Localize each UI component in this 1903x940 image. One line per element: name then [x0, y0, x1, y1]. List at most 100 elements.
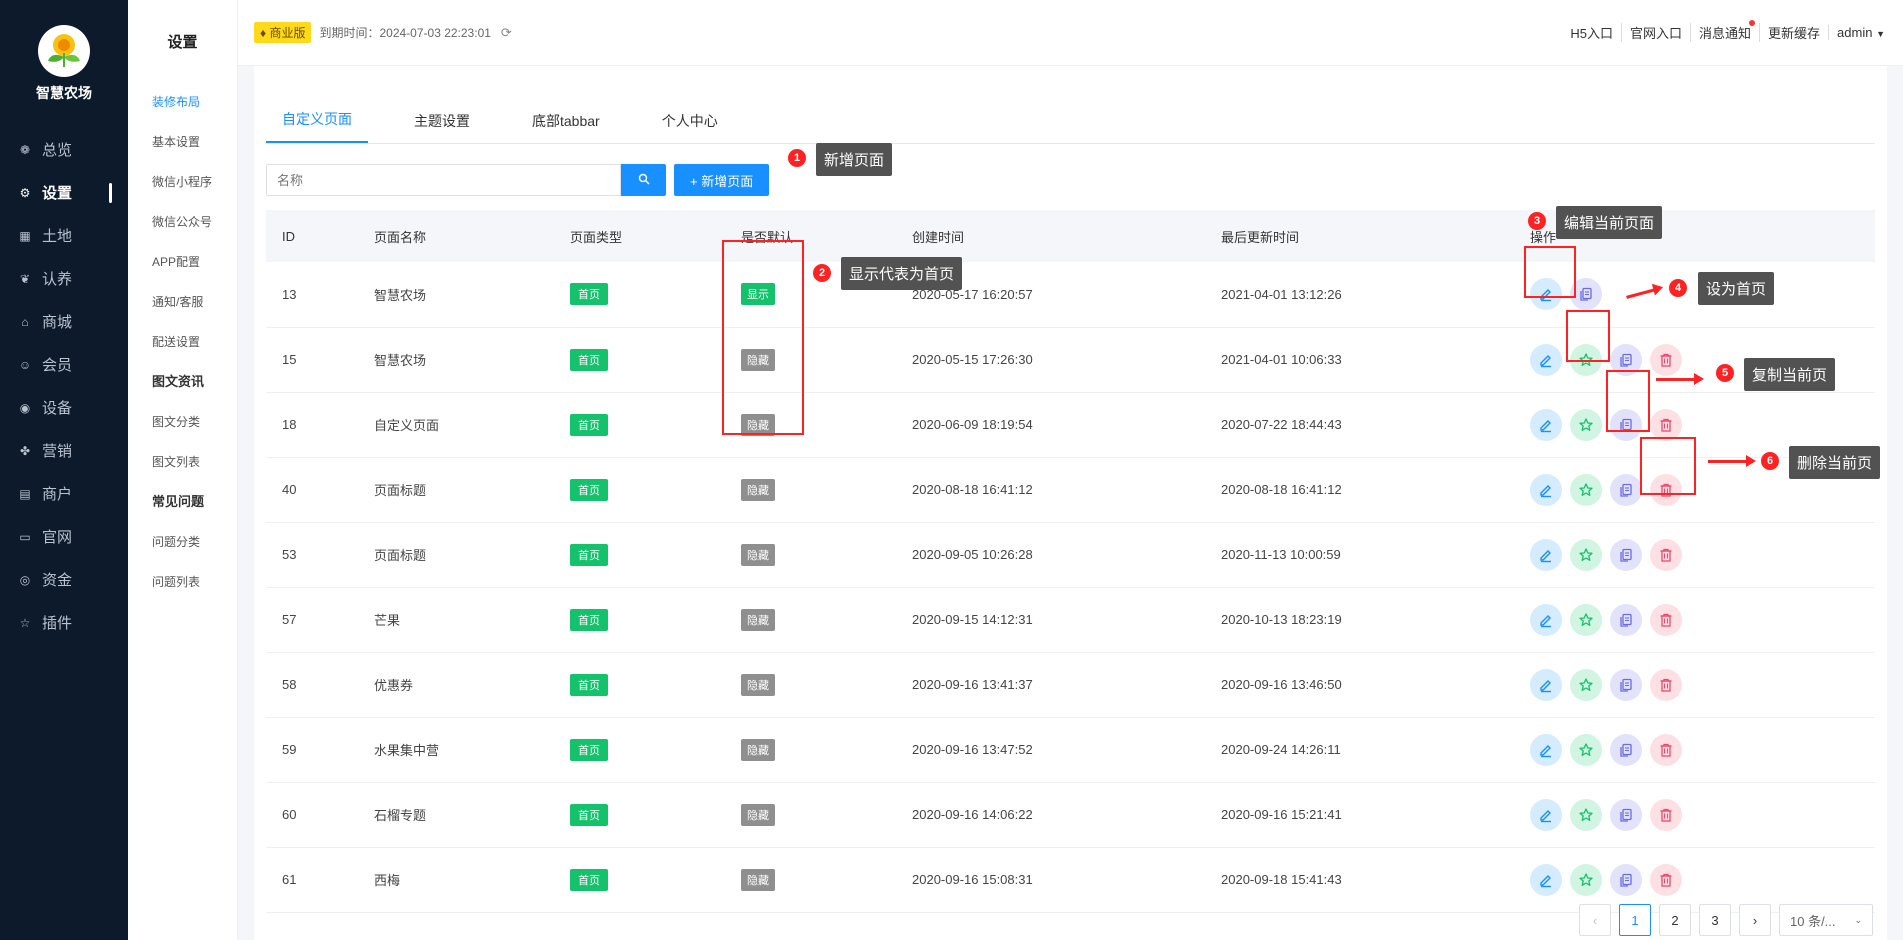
copy-button[interactable] — [1610, 798, 1642, 831]
set-homepage-button[interactable] — [1570, 798, 1602, 831]
copy-icon — [1618, 872, 1634, 888]
nav-item-2[interactable]: ▦ 土地 — [0, 214, 128, 257]
nav-item-label: 设备 — [42, 400, 73, 417]
cell-updated: 2020-09-16 13:46:50 — [1221, 677, 1342, 692]
message-notice-link[interactable]: 消息通知 — [1690, 20, 1759, 42]
nav-item-1[interactable]: ⚙ 设置 — [0, 171, 128, 214]
subnav-item[interactable]: 微信小程序 — [128, 162, 237, 202]
edit-button[interactable] — [1530, 798, 1562, 831]
edit-button[interactable] — [1530, 733, 1562, 766]
page-type-tag: 首页 — [570, 868, 608, 891]
page-3[interactable]: 3 — [1699, 904, 1731, 936]
page-2[interactable]: 2 — [1659, 904, 1691, 936]
copy-icon — [1618, 482, 1634, 498]
prev-page-button[interactable]: ‹ — [1579, 904, 1611, 936]
star-icon — [1578, 612, 1594, 628]
settings-subnav: 设置 装修布局 基本设置 微信小程序 微信公众号 APP配置 通知/客服 配送设置 图文资讯图… — [128, 0, 238, 940]
copy-icon — [1618, 352, 1634, 368]
edit-button[interactable] — [1530, 408, 1562, 441]
website-entry-link[interactable]: 官网入口 — [1620, 23, 1690, 42]
edit-button[interactable] — [1530, 473, 1562, 506]
copy-icon — [1618, 547, 1634, 563]
tab-theme-settings[interactable]: 主题设置 — [398, 111, 486, 143]
user-menu[interactable]: admin ▼ — [1828, 25, 1893, 40]
set-homepage-button[interactable] — [1570, 668, 1602, 701]
delete-button[interactable] — [1650, 408, 1682, 441]
page-size-select[interactable]: 10 条/... ⌄ — [1779, 904, 1873, 936]
delete-button[interactable] — [1650, 798, 1682, 831]
col-created: 创建时间 — [912, 229, 965, 245]
subnav-item[interactable]: 装修布局 — [128, 82, 237, 122]
cell-id: 53 — [282, 547, 297, 562]
set-homepage-button[interactable] — [1570, 473, 1602, 506]
brand-logo[interactable]: 智慧农场 — [0, 0, 128, 128]
page-1[interactable]: 1 — [1619, 904, 1651, 936]
cell-updated: 2020-11-13 10:00:59 — [1221, 547, 1341, 562]
clear-cache-link[interactable]: 更新缓存 — [1759, 23, 1828, 42]
delete-button[interactable] — [1650, 863, 1682, 896]
edit-button[interactable] — [1530, 343, 1562, 376]
subnav-group-label: 常见问题 — [152, 494, 205, 509]
set-homepage-button[interactable] — [1570, 603, 1602, 636]
set-homepage-button[interactable] — [1570, 408, 1602, 441]
h5-entry-link[interactable]: H5入口 — [1562, 23, 1621, 42]
set-homepage-button[interactable] — [1570, 538, 1602, 571]
page-type-tag: 首页 — [570, 543, 608, 566]
cell-page-name: 芒果 — [374, 613, 401, 628]
nav-item-5[interactable]: ☺ 会员 — [0, 343, 128, 386]
subnav-item[interactable]: 问题列表 — [128, 562, 237, 602]
cell-updated: 2020-09-18 15:41:43 — [1221, 872, 1342, 887]
nav-item-0[interactable]: ❁ 总览 — [0, 128, 128, 171]
delete-button[interactable] — [1650, 538, 1682, 571]
nav-item-4[interactable]: ⌂ 商城 — [0, 300, 128, 343]
nav-item-6[interactable]: ◉ 设备 — [0, 386, 128, 429]
tab-bottom-tabbar[interactable]: 底部tabbar — [516, 111, 616, 143]
copy-button[interactable] — [1610, 538, 1642, 571]
copy-button[interactable] — [1610, 603, 1642, 636]
edit-button[interactable] — [1530, 863, 1562, 896]
member-icon: ☺ — [18, 357, 32, 372]
copy-button[interactable] — [1610, 668, 1642, 701]
set-homepage-button[interactable] — [1570, 733, 1602, 766]
cell-page-type: 首页 — [554, 457, 725, 522]
nav-item-label: 设置 — [42, 185, 73, 202]
subnav-item[interactable]: APP配置 — [128, 242, 237, 282]
tab-custom-pages[interactable]: 自定义页面 — [266, 109, 368, 143]
copy-button[interactable] — [1610, 473, 1642, 506]
cell-updated: 2020-09-16 15:21:41 — [1221, 807, 1342, 822]
nav-item-10[interactable]: ◎ 资金 — [0, 558, 128, 601]
annotation-box-star — [1566, 310, 1610, 362]
set-homepage-button[interactable] — [1570, 863, 1602, 896]
subnav-item[interactable]: 基本设置 — [128, 122, 237, 162]
edit-button[interactable] — [1530, 538, 1562, 571]
refresh-icon[interactable]: ⟳ — [501, 25, 512, 41]
subnav-item[interactable]: 通知/客服 — [128, 282, 237, 322]
edit-button[interactable] — [1530, 668, 1562, 701]
nav-item-7[interactable]: ✤ 营销 — [0, 429, 128, 472]
delete-button[interactable] — [1650, 343, 1682, 376]
nav-item-11[interactable]: ☆ 插件 — [0, 601, 128, 644]
copy-button[interactable] — [1610, 863, 1642, 896]
nav-item-3[interactable]: ❦ 认养 — [0, 257, 128, 300]
next-page-button[interactable]: › — [1739, 904, 1771, 936]
edit-icon — [1538, 742, 1554, 758]
subnav-item[interactable]: 配送设置 — [128, 322, 237, 362]
add-page-button[interactable]: + 新增页面 — [674, 164, 770, 196]
search-button[interactable] — [621, 164, 666, 196]
tab-personal-center[interactable]: 个人中心 — [646, 111, 734, 143]
subnav-item[interactable]: 图文列表 — [128, 442, 237, 482]
delete-button[interactable] — [1650, 668, 1682, 701]
subnav-item[interactable]: 图文分类 — [128, 402, 237, 442]
page-tabs: 自定义页面 主题设置 底部tabbar 个人中心 — [266, 86, 1875, 144]
nav-item-9[interactable]: ▭ 官网 — [0, 515, 128, 558]
copy-button[interactable] — [1610, 733, 1642, 766]
row-actions — [1530, 603, 1875, 636]
subnav-item[interactable]: 微信公众号 — [128, 202, 237, 242]
search-input[interactable] — [266, 164, 621, 196]
delete-button[interactable] — [1650, 733, 1682, 766]
delete-button[interactable] — [1650, 603, 1682, 636]
nav-item-8[interactable]: ▤ 商户 — [0, 472, 128, 515]
edit-button[interactable] — [1530, 603, 1562, 636]
subnav-item[interactable]: 问题分类 — [128, 522, 237, 562]
expire-time: 到期时间：2024-07-03 22:23:01 — [319, 26, 491, 40]
